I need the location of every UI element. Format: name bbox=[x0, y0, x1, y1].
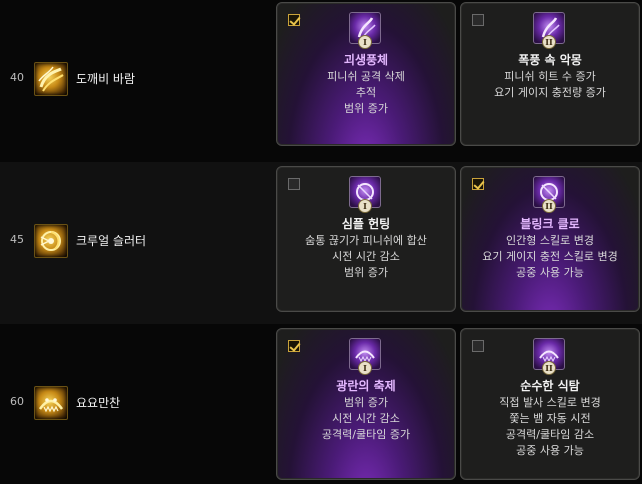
talent-title: 광란의 축제 bbox=[336, 379, 396, 393]
talent-line: 숨통 끊기가 피니쉬에 합산 bbox=[305, 234, 427, 247]
talent-line: 범위 증가 bbox=[344, 266, 388, 279]
talent-line: 시전 시간 감소 bbox=[332, 250, 400, 263]
level-label: 60 bbox=[10, 395, 24, 408]
checkbox-icon[interactable] bbox=[472, 178, 484, 190]
tier-badge: II bbox=[542, 199, 556, 213]
talent-line: 피니쉬 히트 수 증가 bbox=[504, 70, 596, 83]
talent-row-40: 40 도깨비 바람 I 괴생풍체 피니쉬 공격 삭제 추적 범위 증가 II 폭… bbox=[0, 0, 642, 162]
talent-description: 범위 증가 시전 시간 감소 공격력/쿨타임 증가 bbox=[277, 395, 455, 443]
talent-title: 폭풍 속 악몽 bbox=[518, 53, 582, 67]
talent-description: 숨통 끊기가 피니쉬에 합산 시전 시간 감소 범위 증가 bbox=[277, 233, 455, 281]
talent-row-60: 60 요요만찬 I 광란의 축제 범위 증가 시전 시간 감소 공격력/쿨타임 … bbox=[0, 324, 642, 484]
talent-line: 직접 발사 스킬로 변경 bbox=[499, 396, 601, 409]
talent-row-45: 45 크루얼 슬러터 I 심플 헌팅 숨통 끊기가 피니쉬에 합산 시전 시간 … bbox=[0, 162, 642, 324]
talent-description: 피니쉬 히트 수 증가 요기 게이지 충전량 증가 bbox=[461, 69, 639, 101]
checkbox-icon[interactable] bbox=[288, 340, 300, 352]
talent-line: 범위 증가 bbox=[344, 102, 388, 115]
talent-line: 공격력/쿨타임 증가 bbox=[321, 428, 411, 441]
checkbox-icon[interactable] bbox=[288, 14, 300, 26]
checkbox-icon[interactable] bbox=[472, 340, 484, 352]
talent-title: 블링크 클로 bbox=[520, 217, 580, 231]
talent-card-gwangran[interactable]: I 광란의 축제 범위 증가 시전 시간 감소 공격력/쿨타임 증가 bbox=[276, 328, 456, 480]
checkbox-icon[interactable] bbox=[288, 178, 300, 190]
talent-line: 공중 사용 가능 bbox=[516, 266, 584, 279]
talent-title: 심플 헌팅 bbox=[341, 217, 391, 231]
talent-line: 요기 게이지 충전 스킬로 변경 bbox=[482, 250, 618, 263]
talent-line: 공격력/쿨타임 감소 bbox=[505, 428, 595, 441]
tier-badge: II bbox=[542, 361, 556, 375]
talent-description: 인간형 스킬로 변경 요기 게이지 충전 스킬로 변경 공중 사용 가능 bbox=[461, 233, 639, 281]
talent-line: 추적 bbox=[355, 86, 377, 99]
skill-name: 크루얼 슬러터 bbox=[76, 234, 147, 248]
talent-title: 괴생풍체 bbox=[343, 53, 389, 67]
skill-name: 요요만찬 bbox=[76, 396, 121, 410]
talent-line: 요기 게이지 충전량 증가 bbox=[494, 86, 606, 99]
wind-swirl-icon bbox=[34, 62, 68, 96]
tier-badge: II bbox=[542, 35, 556, 49]
talent-card-guisaengpungche[interactable]: I 괴생풍체 피니쉬 공격 삭제 추적 범위 증가 bbox=[276, 2, 456, 146]
talent-line: 피니쉬 공격 삭제 bbox=[327, 70, 405, 83]
talent-card-pokpung[interactable]: II 폭풍 속 악몽 피니쉬 히트 수 증가 요기 게이지 충전량 증가 bbox=[460, 2, 640, 146]
talent-card-simple-hunting[interactable]: I 심플 헌팅 숨통 끊기가 피니쉬에 합산 시전 시간 감소 범위 증가 bbox=[276, 166, 456, 312]
tier-badge: I bbox=[358, 361, 372, 375]
tier-badge: I bbox=[358, 199, 372, 213]
tier-badge: I bbox=[358, 35, 372, 49]
talent-line: 인간형 스킬로 변경 bbox=[506, 234, 594, 247]
level-label: 40 bbox=[10, 71, 24, 84]
feast-mouth-icon bbox=[34, 386, 68, 420]
talent-card-pure-gluttony[interactable]: II 순수한 식탐 직접 발사 스킬로 변경 쫓는 뱀 자동 시전 공격력/쿨타… bbox=[460, 328, 640, 480]
checkbox-icon[interactable] bbox=[472, 14, 484, 26]
talent-description: 피니쉬 공격 삭제 추적 범위 증가 bbox=[277, 69, 455, 117]
skill-name: 도깨비 바람 bbox=[76, 72, 136, 86]
talent-line: 공중 사용 가능 bbox=[516, 444, 584, 457]
talent-line: 시전 시간 감소 bbox=[332, 412, 400, 425]
level-label: 45 bbox=[10, 233, 24, 246]
talent-line: 쫓는 뱀 자동 시전 bbox=[509, 412, 591, 425]
talent-line: 범위 증가 bbox=[344, 396, 388, 409]
claw-vortex-icon bbox=[34, 224, 68, 258]
talent-card-blink-claw[interactable]: II 블링크 클로 인간형 스킬로 변경 요기 게이지 충전 스킬로 변경 공중… bbox=[460, 166, 640, 312]
talent-description: 직접 발사 스킬로 변경 쫓는 뱀 자동 시전 공격력/쿨타임 감소 공중 사용… bbox=[461, 395, 639, 459]
talent-title: 순수한 식탐 bbox=[520, 379, 580, 393]
